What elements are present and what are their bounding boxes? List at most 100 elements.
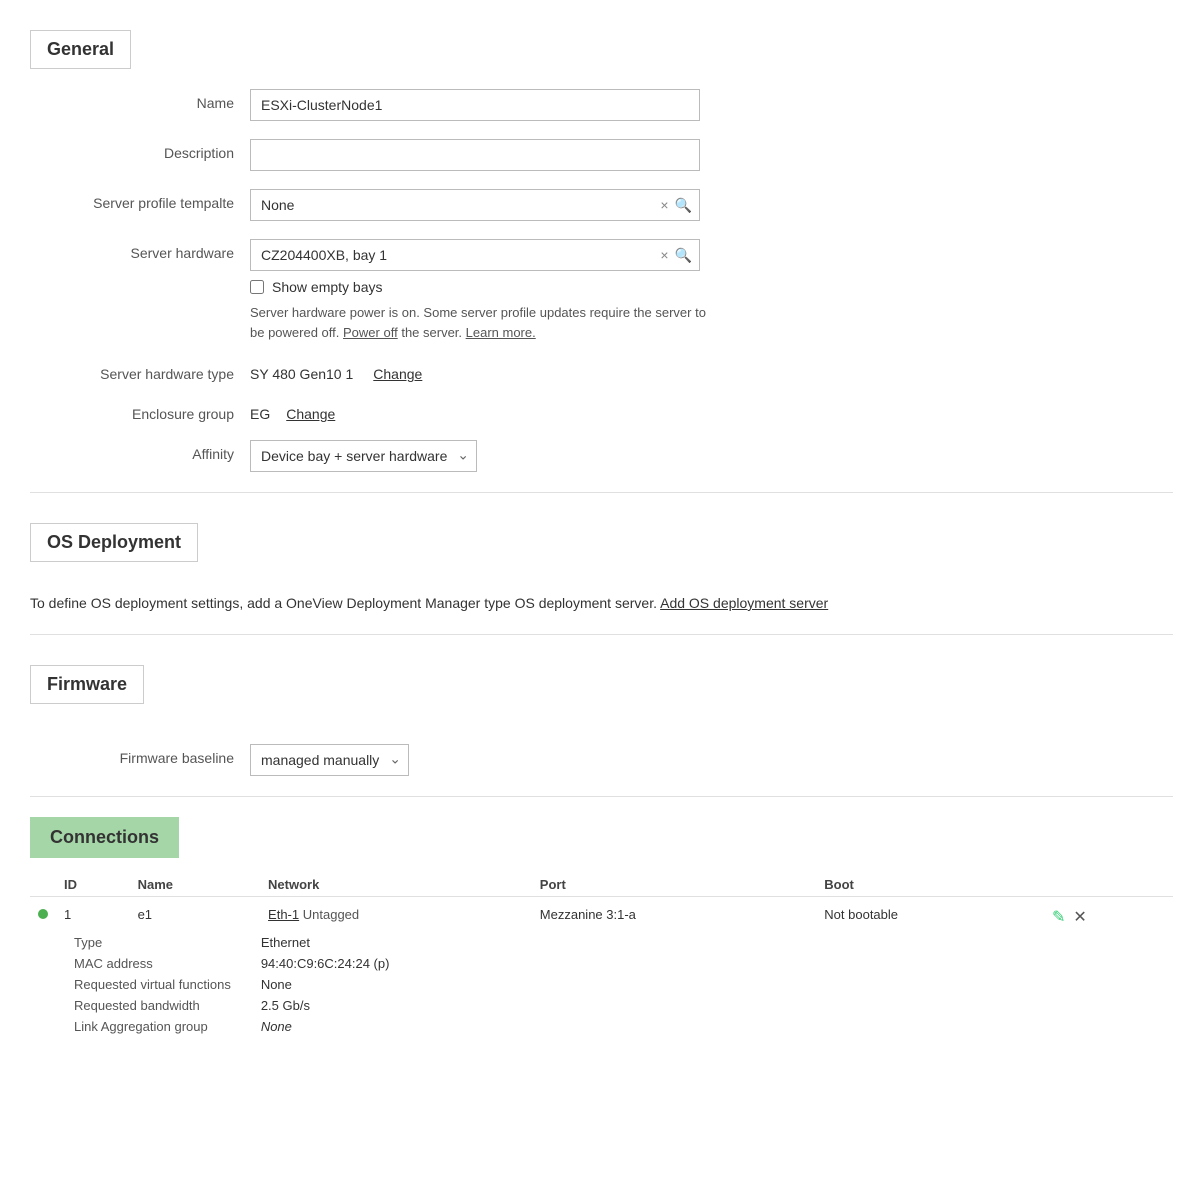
name-group: Name xyxy=(30,89,1173,121)
connection-1-mac-value: 94:40:C9:6C:24:24 (p) xyxy=(253,954,398,973)
connection-1-network-link[interactable]: Eth-1 xyxy=(268,907,299,922)
connection-1-network-cell: Eth-1 Untagged xyxy=(260,897,532,930)
server-hardware-label: Server hardware xyxy=(30,239,250,261)
connections-name-col-header: Name xyxy=(130,873,260,897)
firmware-baseline-group: Firmware baseline managed manually SPP b… xyxy=(30,744,1173,776)
power-warning-suffix: the server. xyxy=(401,325,465,340)
connection-1-bw-label: Requested bandwidth xyxy=(66,996,251,1015)
server-hardware-search-button[interactable]: 🔍 xyxy=(675,248,692,262)
connection-1-status-cell xyxy=(30,897,56,930)
server-hardware-input-wrap: × 🔍 xyxy=(250,239,700,271)
connection-1-name-cell: e1 xyxy=(130,897,260,930)
enclosure-group-value: EG xyxy=(250,406,270,422)
connections-table-body: 1 e1 Eth-1 Untagged Mezzanine 3:1-a Not … xyxy=(30,897,1173,1041)
connections-status-col-header xyxy=(30,873,56,897)
connection-1-mac-label: MAC address xyxy=(66,954,251,973)
server-hardware-type-change-button[interactable]: Change xyxy=(373,366,422,382)
firmware-baseline-select[interactable]: managed manually SPP baseline Custom bas… xyxy=(250,744,409,776)
power-warning-text: Server hardware power is on. Some server… xyxy=(250,303,710,342)
enclosure-group-row: EG Change xyxy=(250,400,730,422)
server-profile-template-group: Server profile tempalte × 🔍 xyxy=(30,189,1173,221)
connection-1-details-cell: Type Ethernet MAC address 94:40:C9:6C:24… xyxy=(56,929,1173,1040)
connection-1-detail-spacer-1 xyxy=(30,929,56,1040)
description-group: Description xyxy=(30,139,1173,171)
os-deployment-section: OS Deployment To define OS deployment se… xyxy=(30,513,1173,614)
connection-1-type-row: Type Ethernet xyxy=(66,933,397,952)
connections-table: ID Name Network Port Boot 1 e1 Eth-1 Unt… xyxy=(30,873,1173,1040)
description-control xyxy=(250,139,730,171)
enclosure-group-change-button[interactable]: Change xyxy=(286,406,335,422)
description-label: Description xyxy=(30,139,250,161)
connections-actions-col-header xyxy=(1044,873,1173,897)
firmware-baseline-control: managed manually SPP baseline Custom bas… xyxy=(250,744,730,776)
server-profile-template-input[interactable] xyxy=(250,189,700,221)
connections-section: Connections ID Name Network Port Boot 1 … xyxy=(30,817,1173,1040)
server-profile-template-control: × 🔍 xyxy=(250,189,730,221)
affinity-select-wrap: Device bay + server hardware Device bay xyxy=(250,440,477,472)
connections-table-head: ID Name Network Port Boot xyxy=(30,873,1173,897)
enclosure-group-label: Enclosure group xyxy=(30,400,250,422)
firmware-section: Firmware Firmware baseline managed manua… xyxy=(30,655,1173,776)
description-input[interactable] xyxy=(250,139,700,171)
os-deployment-section-header: OS Deployment xyxy=(30,523,198,562)
connection-1-type-value: Ethernet xyxy=(253,933,398,952)
affinity-control: Device bay + server hardware Device bay xyxy=(250,440,730,472)
power-off-link[interactable]: Power off xyxy=(343,325,398,340)
server-hardware-clear-button[interactable]: × xyxy=(660,248,668,262)
connection-1-port-cell: Mezzanine 3:1-a xyxy=(532,897,817,930)
firmware-baseline-label: Firmware baseline xyxy=(30,744,250,766)
server-profile-template-input-wrap: × 🔍 xyxy=(250,189,700,221)
server-hardware-type-group: Server hardware type SY 480 Gen10 1 Chan… xyxy=(30,360,1173,382)
connection-1-vf-value: None xyxy=(253,975,398,994)
table-row: 1 e1 Eth-1 Untagged Mezzanine 3:1-a Not … xyxy=(30,897,1173,930)
server-profile-template-clear-button[interactable]: × xyxy=(660,198,668,212)
connection-1-boot-cell: Not bootable xyxy=(816,897,1044,930)
server-profile-template-search-button[interactable]: 🔍 xyxy=(675,198,692,212)
firmware-section-header: Firmware xyxy=(30,665,144,704)
connections-section-header: Connections xyxy=(30,817,179,858)
affinity-select[interactable]: Device bay + server hardware Device bay xyxy=(250,440,477,472)
add-os-deployment-server-link[interactable]: Add OS deployment server xyxy=(660,595,828,611)
name-control xyxy=(250,89,730,121)
connection-1-status-dot xyxy=(38,909,48,919)
enclosure-group-group: Enclosure group EG Change xyxy=(30,400,1173,422)
affinity-label: Affinity xyxy=(30,440,250,462)
connection-1-sub-table: Type Ethernet MAC address 94:40:C9:6C:24… xyxy=(64,931,399,1038)
server-hardware-type-label: Server hardware type xyxy=(30,360,250,382)
connections-boot-col-header: Boot xyxy=(816,873,1044,897)
connection-1-vf-label: Requested virtual functions xyxy=(66,975,251,994)
connection-1-vf-row: Requested virtual functions None xyxy=(66,975,397,994)
server-profile-template-label: Server profile tempalte xyxy=(30,189,250,211)
server-hardware-type-row: SY 480 Gen10 1 Change xyxy=(250,360,730,382)
connections-table-header-row: ID Name Network Port Boot xyxy=(30,873,1173,897)
learn-more-link[interactable]: Learn more. xyxy=(466,325,536,340)
server-hardware-input[interactable] xyxy=(250,239,700,271)
name-label: Name xyxy=(30,89,250,111)
server-hardware-type-value: SY 480 Gen10 1 xyxy=(250,366,353,382)
firmware-divider xyxy=(30,796,1173,797)
connection-1-delete-icon[interactable]: ✕ xyxy=(1073,907,1086,927)
general-divider xyxy=(30,492,1173,493)
connection-1-edit-icon[interactable]: ✎ xyxy=(1052,907,1065,927)
connections-port-col-header: Port xyxy=(532,873,817,897)
general-section-header: General xyxy=(30,30,131,69)
connection-1-mac-row: MAC address 94:40:C9:6C:24:24 (p) xyxy=(66,954,397,973)
show-empty-bays-row: Show empty bays xyxy=(250,279,730,295)
server-profile-template-icons: × 🔍 xyxy=(660,198,692,212)
connection-1-actions-cell: ✎ ✕ xyxy=(1044,897,1173,930)
os-deployment-description-text: To define OS deployment settings, add a … xyxy=(30,595,657,611)
server-hardware-control: × 🔍 Show empty bays Server hardware powe… xyxy=(250,239,730,342)
name-input[interactable] xyxy=(250,89,700,121)
connection-1-bw-value: 2.5 Gb/s xyxy=(253,996,398,1015)
connection-1-network-tag: Untagged xyxy=(303,907,359,922)
connection-1-lag-label: Link Aggregation group xyxy=(66,1017,251,1036)
enclosure-group-control: EG Change xyxy=(250,400,730,422)
server-hardware-type-control: SY 480 Gen10 1 Change xyxy=(250,360,730,382)
affinity-group: Affinity Device bay + server hardware De… xyxy=(30,440,1173,472)
connections-network-col-header: Network xyxy=(260,873,532,897)
os-deployment-divider xyxy=(30,634,1173,635)
os-deployment-description: To define OS deployment settings, add a … xyxy=(30,592,1173,614)
general-section: General Name Description Server profile … xyxy=(30,20,1173,472)
show-empty-bays-checkbox[interactable] xyxy=(250,280,264,294)
connection-1-lag-row: Link Aggregation group None xyxy=(66,1017,397,1036)
